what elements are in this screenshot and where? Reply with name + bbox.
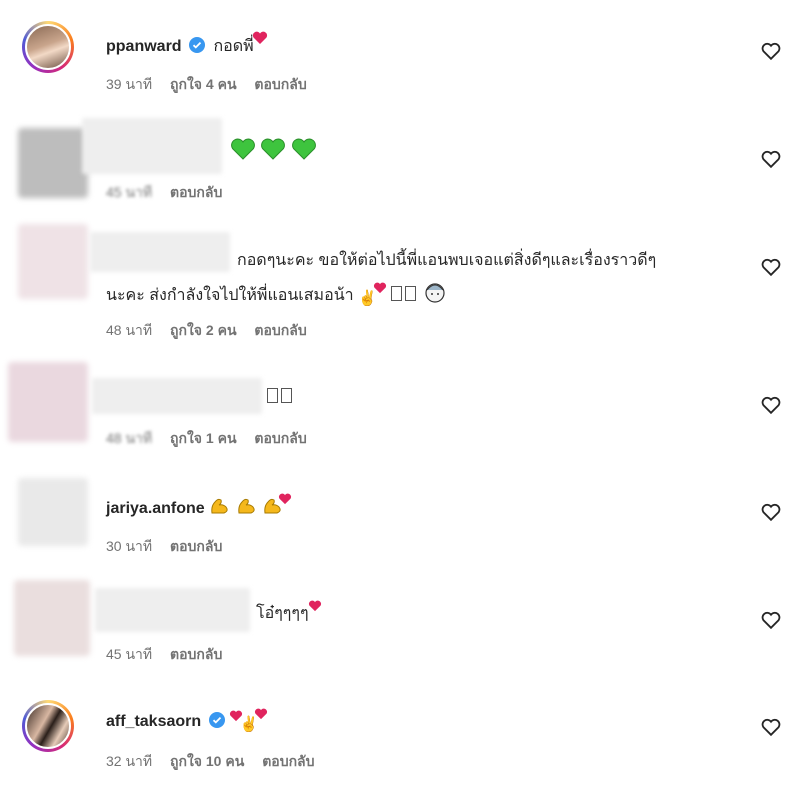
comment-text: กอดพี่ [213,38,254,55]
comment-time: 48 นาที [106,322,153,338]
like-heart-icon[interactable] [760,716,782,738]
like-heart-icon[interactable] [760,394,782,416]
comment-username[interactable]: ppanward [106,38,182,55]
blurred-username [95,588,250,632]
red-heart-emoji-icon [255,708,268,720]
red-heart-emoji-icon [252,31,267,44]
like-heart-icon[interactable] [760,40,782,62]
like-heart-icon[interactable] [760,148,782,170]
missing-glyph-icon [405,286,417,301]
comment-username[interactable]: aff_taksaorn [106,713,201,730]
comment-text: กอดๆนะคะ ขอให้ต่อไปนี้พี่แอนพบเจอแต่สิ่ง… [237,252,657,269]
comment-like-count[interactable]: ถูกใจ 10 คน [170,753,244,769]
reply-button[interactable]: ตอบกลับ [254,76,306,92]
red-heart-emoji-icon [373,282,386,294]
avatar[interactable] [18,478,88,546]
verified-badge-icon [208,712,225,728]
comment-time: 32 นาที [106,753,153,769]
avatar[interactable] [22,700,74,752]
comment-time: 45 นาที [106,184,153,200]
comment-like-count[interactable]: ถูกใจ 1 คน [170,430,237,446]
blurred-username [82,118,222,174]
missing-glyph-icon [391,286,403,301]
missing-glyph-icon [267,388,278,403]
red-heart-emoji-icon [308,600,321,612]
green-heart-emoji-icon [292,138,316,160]
comment-text: นะคะ ส่งกำลังใจไปให้พี่แอนเสมอน้า [106,287,354,304]
flexed-biceps-emoji-icon [237,498,255,514]
comment-text: โอ๋ๆๆๆๆ [256,605,309,622]
face-emoji-icon [425,283,445,303]
comment-like-count[interactable]: ถูกใจ 2 คน [170,322,237,338]
avatar[interactable] [14,580,90,656]
reply-button[interactable]: ตอบกลับ [170,538,222,554]
verified-badge-icon [189,37,206,53]
avatar[interactable] [22,21,74,73]
reply-button[interactable]: ตอบกลับ [254,430,306,446]
reply-button[interactable]: ตอบกลับ [254,322,306,338]
like-heart-icon[interactable] [760,501,782,523]
reply-button[interactable]: ตอบกลับ [262,753,314,769]
green-heart-emoji-icon [231,138,255,160]
comment-time: 48 นาที [106,430,153,446]
flexed-biceps-emoji-icon [211,498,228,514]
blurred-username [90,232,230,272]
green-heart-emoji-icon [261,138,286,160]
like-heart-icon[interactable] [760,256,782,278]
reply-button[interactable]: ตอบกลับ [170,184,222,200]
avatar[interactable] [8,362,88,442]
missing-glyph-icon [281,388,292,403]
comment-username[interactable]: jariya.anfone [106,500,205,517]
blurred-username [92,378,262,414]
comment-time: 45 นาที [106,646,153,662]
like-heart-icon[interactable] [760,609,782,631]
avatar[interactable] [18,224,88,299]
comment-time: 30 นาที [106,538,153,554]
red-heart-emoji-icon [279,493,292,505]
comment-time: 39 นาที [106,76,153,92]
comment-like-count[interactable]: ถูกใจ 4 คน [170,76,237,92]
reply-button[interactable]: ตอบกลับ [170,646,222,662]
avatar[interactable] [18,128,88,198]
